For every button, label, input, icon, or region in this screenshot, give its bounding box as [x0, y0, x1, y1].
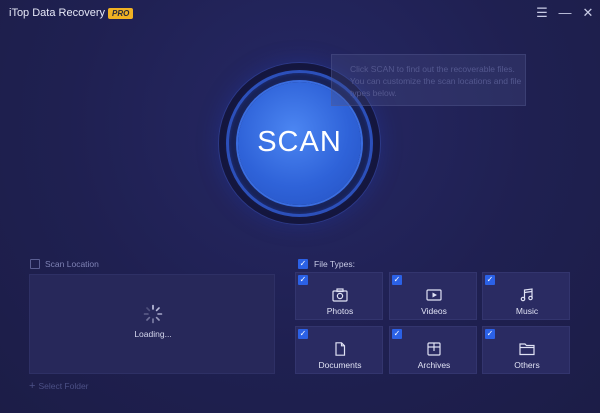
- music-checkbox[interactable]: ✓: [485, 275, 495, 285]
- archives-label: Archives: [417, 360, 451, 370]
- close-icon[interactable]: ✕: [580, 5, 596, 21]
- others-checkbox[interactable]: ✓: [485, 329, 495, 339]
- video-icon: [426, 289, 442, 301]
- select-folder-label: Select Folder: [38, 381, 89, 391]
- app-window: iTop Data Recovery 3.0 PRO ☰ — ✕ SCAN Cl…: [0, 0, 600, 413]
- documents-label: Documents: [318, 360, 362, 370]
- pro-badge: PRO: [108, 8, 134, 19]
- folder-icon: [519, 343, 535, 356]
- others-label: Others: [514, 360, 540, 370]
- select-folder-button[interactable]: + Select Folder: [29, 380, 89, 392]
- photos-checkbox[interactable]: ✓: [298, 275, 308, 285]
- scan-location-label: Scan Location: [45, 259, 99, 269]
- scan-tip: Click SCAN to find out the recoverable f…: [331, 54, 526, 106]
- file-types-checkbox[interactable]: ✓: [298, 259, 308, 269]
- documents-checkbox[interactable]: ✓: [298, 329, 308, 339]
- scan-button-label: SCAN: [257, 126, 342, 158]
- document-icon: [335, 342, 346, 356]
- loading-text: Loading...: [134, 329, 172, 339]
- file-types-label: File Types:: [314, 259, 355, 269]
- file-type-others[interactable]: ✓ Others: [482, 326, 570, 374]
- minimize-icon[interactable]: —: [557, 5, 573, 21]
- archives-checkbox[interactable]: ✓: [392, 329, 402, 339]
- archive-icon: [427, 342, 441, 356]
- file-type-archives[interactable]: ✓ Archives: [389, 326, 477, 374]
- scan-location-panel: Loading...: [29, 274, 275, 374]
- photos-label: Photos: [326, 306, 354, 316]
- file-type-music[interactable]: ✓ Music: [482, 272, 570, 320]
- title-bar: iTop Data Recovery 3.0 PRO ☰ — ✕: [0, 0, 600, 26]
- scan-location-checkbox[interactable]: [30, 259, 40, 269]
- videos-label: Videos: [421, 306, 447, 316]
- music-icon: [520, 288, 533, 302]
- file-type-documents[interactable]: ✓ Documents: [295, 326, 383, 374]
- videos-checkbox[interactable]: ✓: [392, 275, 402, 285]
- app-title: iTop Data Recovery 3.0: [9, 7, 124, 19]
- menu-icon[interactable]: ☰: [534, 5, 550, 21]
- plus-icon: +: [29, 380, 36, 392]
- loading-spinner-icon: [143, 304, 163, 324]
- file-type-photos[interactable]: ✓ Photos: [295, 272, 383, 320]
- music-label: Music: [515, 306, 539, 316]
- file-type-videos[interactable]: ✓ Videos: [389, 272, 477, 320]
- camera-icon: [332, 288, 348, 302]
